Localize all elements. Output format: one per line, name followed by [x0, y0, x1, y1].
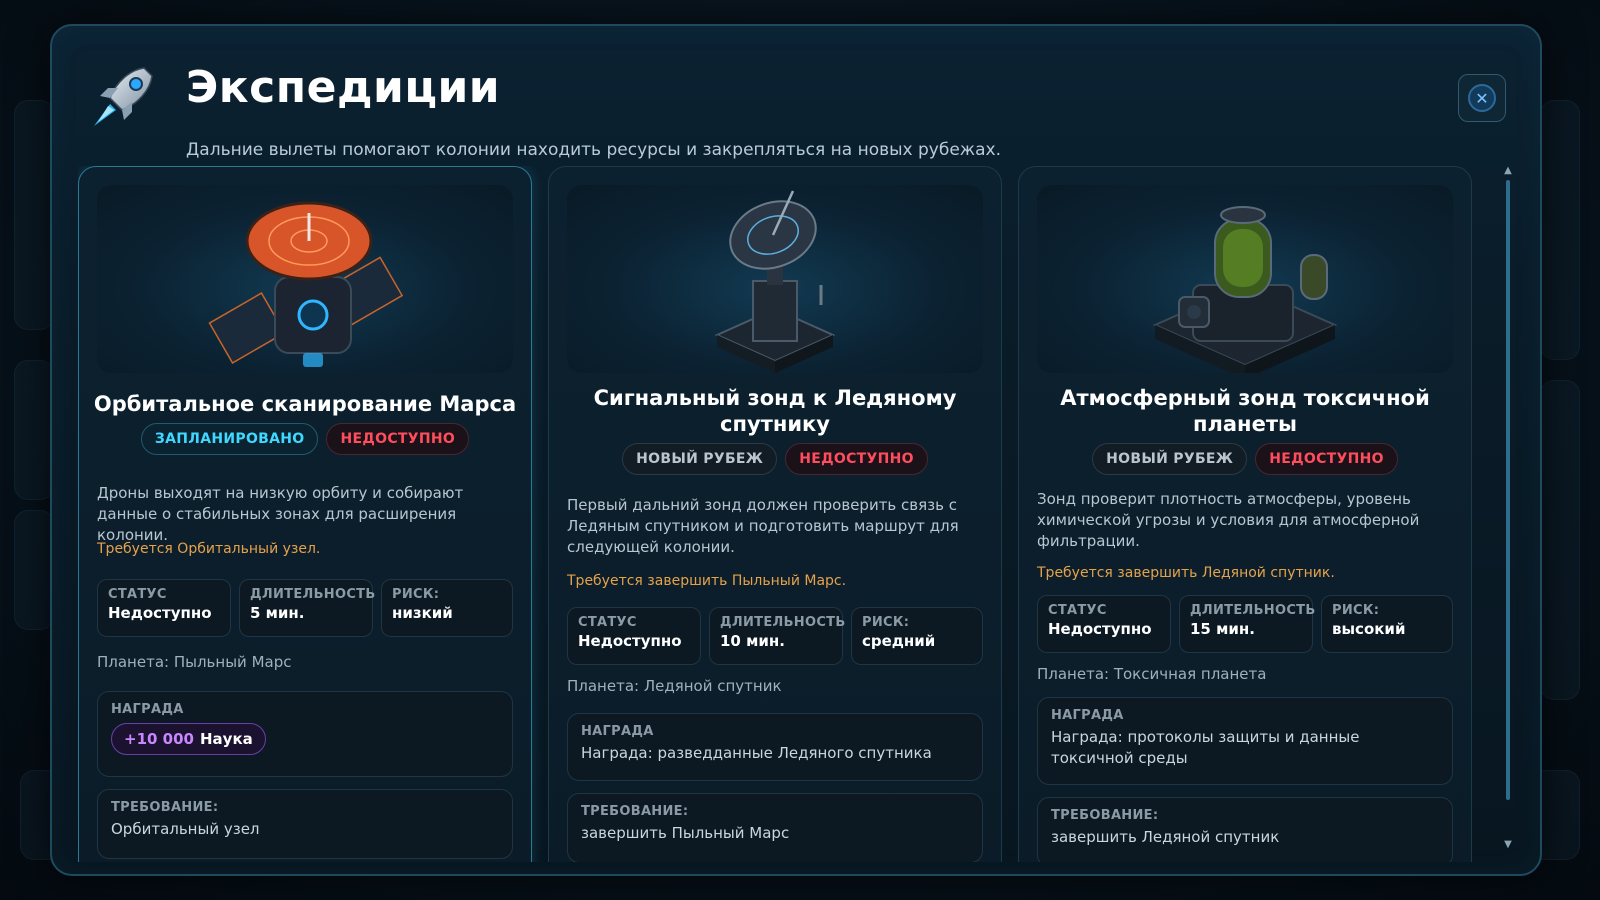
- stats-row: СТАТУС Недоступно ДЛИТЕЛЬНОСТЬ 10 мин. Р…: [567, 607, 983, 665]
- background-panel-right: [1540, 100, 1580, 360]
- requirement-box: ТРЕБОВАНИЕ: завершить Ледяной спутник: [1037, 797, 1453, 862]
- requirement-label: ТРЕБОВАНИЕ:: [581, 804, 689, 819]
- status-badges: ЗАПЛАНИРОВАНО НЕДОСТУПНО: [79, 423, 531, 455]
- stat-duration-label: ДЛИТЕЛЬНОСТЬ: [250, 587, 376, 602]
- stat-status-value: Недоступно: [108, 604, 212, 622]
- planet-label: Планета: Ледяной спутник: [567, 677, 782, 695]
- modal-header: Экспедиции Дальние вылеты помогают колон…: [86, 56, 1506, 160]
- reward-label: НАГРАДА: [111, 702, 184, 717]
- expedition-description: Зонд проверит плотность атмосферы, урове…: [1037, 490, 1420, 550]
- requirement-note: Требуется завершить Ледяной спутник.: [1037, 565, 1335, 581]
- reward-label: НАГРАДА: [581, 724, 654, 739]
- planet-label: Планета: Пыльный Марс: [97, 653, 292, 671]
- page-subtitle: Дальние вылеты помогают колонии находить…: [186, 140, 1001, 160]
- reward-resource: Наука: [199, 730, 253, 748]
- stat-status-value: Недоступно: [578, 632, 682, 650]
- background-panel-left-2: [14, 360, 54, 500]
- stat-risk-value: низкий: [392, 604, 453, 622]
- scroll-up-icon[interactable]: ▲: [1502, 166, 1514, 176]
- stat-risk-label: РИСК:: [862, 615, 910, 630]
- requirement-value: Орбитальный узел: [111, 820, 260, 838]
- requirement-label: ТРЕБОВАНИЕ:: [111, 800, 219, 815]
- requirement-box: ТРЕБОВАНИЕ: завершить Пыльный Марс: [567, 793, 983, 862]
- requirement-value: завершить Ледяной спутник: [1051, 828, 1280, 846]
- expedition-title: Орбитальное сканирование Марса: [93, 392, 517, 416]
- scroll-down-icon[interactable]: ▼: [1502, 840, 1514, 850]
- stat-risk-label: РИСК:: [1332, 603, 1380, 618]
- close-button[interactable]: ✕: [1458, 74, 1506, 122]
- stat-duration-value: 10 мин.: [720, 632, 785, 650]
- requirement-value: завершить Пыльный Марс: [581, 824, 790, 842]
- expedition-description: Дроны выходят на низкую орбиту и собираю…: [97, 484, 464, 544]
- stat-status: СТАТУС Недоступно: [97, 579, 231, 637]
- stats-row: СТАТУС Недоступно ДЛИТЕЛЬНОСТЬ 5 мин. РИ…: [97, 579, 513, 637]
- stat-duration: ДЛИТЕЛЬНОСТЬ 15 мин.: [1179, 595, 1316, 653]
- stat-risk-value: средний: [862, 632, 936, 650]
- status-badges: НОВЫЙ РУБЕЖ НЕДОСТУПНО: [1019, 443, 1471, 475]
- reward-box: НАГРАДА Награда: протоколы защиты и данн…: [1037, 697, 1453, 785]
- stat-status: СТАТУС Недоступно: [567, 607, 701, 665]
- stat-risk-value: высокий: [1332, 620, 1406, 638]
- expedition-card-ice-moon[interactable]: Сигнальный зонд к Ледяному спутнику НОВЫ…: [548, 166, 1002, 862]
- antenna-icon: [714, 190, 836, 373]
- expedition-description: Первый дальний зонд должен проверить свя…: [567, 496, 959, 556]
- requirement-note: Требуется Орбитальный узел.: [97, 541, 321, 557]
- stat-duration-label: ДЛИТЕЛЬНОСТЬ: [720, 615, 846, 630]
- stat-duration-value: 15 мин.: [1190, 620, 1255, 638]
- status-badges: НОВЫЙ РУБЕЖ НЕДОСТУПНО: [549, 443, 1001, 475]
- reward-text: Награда: разведданные Ледяного спутника: [581, 744, 932, 762]
- background-panel-left-3: [14, 510, 54, 630]
- stats-row: СТАТУС Недоступно ДЛИТЕЛЬНОСТЬ 15 мин. Р…: [1037, 595, 1453, 653]
- badge-unavailable: НЕДОСТУПНО: [785, 443, 928, 475]
- stat-duration: ДЛИТЕЛЬНОСТЬ 5 мин.: [239, 579, 376, 637]
- stat-status-label: СТАТУС: [578, 615, 637, 630]
- requirement-note: Требуется завершить Пыльный Марс.: [567, 573, 847, 589]
- reward-box: НАГРАДА +10 000 Наука: [97, 691, 513, 777]
- atmospheric-probe-illustration: [1037, 185, 1453, 373]
- close-icon: ✕: [1468, 84, 1496, 112]
- planet-label: Планета: Токсичная планета: [1037, 665, 1267, 683]
- reward-amount: +10 000: [124, 730, 194, 748]
- stat-risk: РИСК: средний: [851, 607, 983, 665]
- scrollbar-thumb[interactable]: [1506, 180, 1510, 800]
- stat-status-value: Недоступно: [1048, 620, 1152, 638]
- reward-label: НАГРАДА: [1051, 708, 1124, 723]
- reward-text: Награда: протоколы защиты и данные токси…: [1051, 728, 1360, 767]
- stat-status-label: СТАТУС: [108, 587, 167, 602]
- expedition-card-toxic-planet[interactable]: Атмосферный зонд токсичной планеты НОВЫЙ…: [1018, 166, 1472, 862]
- stat-duration: ДЛИТЕЛЬНОСТЬ 10 мин.: [709, 607, 846, 665]
- stat-risk: РИСК: высокий: [1321, 595, 1453, 653]
- antenna-illustration: [567, 185, 983, 373]
- background-panel-right-2: [1540, 380, 1580, 700]
- expeditions-modal: Экспедиции Дальние вылеты помогают колон…: [50, 24, 1542, 876]
- satellite-icon: [208, 201, 404, 367]
- expedition-cards: Орбитальное сканирование Марса ЗАПЛАНИРО…: [78, 166, 1478, 862]
- rocket-icon: [94, 67, 153, 126]
- badge-new-frontier: НОВЫЙ РУБЕЖ: [1092, 443, 1248, 475]
- reward-box: НАГРАДА Награда: разведданные Ледяного с…: [567, 713, 983, 781]
- page-title: Экспедиции: [186, 62, 501, 113]
- expedition-card-mars[interactable]: Орбитальное сканирование Марса ЗАПЛАНИРО…: [78, 166, 532, 862]
- reward-chip: +10 000 Наука: [111, 723, 266, 755]
- stat-status-label: СТАТУС: [1048, 603, 1107, 618]
- background-panel-left: [14, 100, 54, 330]
- scrollbar[interactable]: ▲ ▼: [1504, 166, 1512, 856]
- stat-status: СТАТУС Недоступно: [1037, 595, 1171, 653]
- badge-new-frontier: НОВЫЙ РУБЕЖ: [622, 443, 778, 475]
- expedition-title: Сигнальный зонд к Ледяному спутнику: [593, 386, 957, 436]
- stat-risk: РИСК: низкий: [381, 579, 513, 637]
- satellite-illustration: [97, 185, 513, 373]
- badge-unavailable: НЕДОСТУПНО: [1255, 443, 1398, 475]
- badge-unavailable: НЕДОСТУПНО: [326, 423, 470, 455]
- expedition-title: Атмосферный зонд токсичной планеты: [1060, 386, 1430, 436]
- stat-risk-label: РИСК:: [392, 587, 440, 602]
- stat-duration-value: 5 мин.: [250, 604, 305, 622]
- badge-planned: ЗАПЛАНИРОВАНО: [140, 423, 319, 455]
- requirement-box: ТРЕБОВАНИЕ: Орбитальный узел: [97, 789, 513, 859]
- probe-icon: [1152, 206, 1338, 373]
- requirement-label: ТРЕБОВАНИЕ:: [1051, 808, 1159, 823]
- stat-duration-label: ДЛИТЕЛЬНОСТЬ: [1190, 603, 1316, 618]
